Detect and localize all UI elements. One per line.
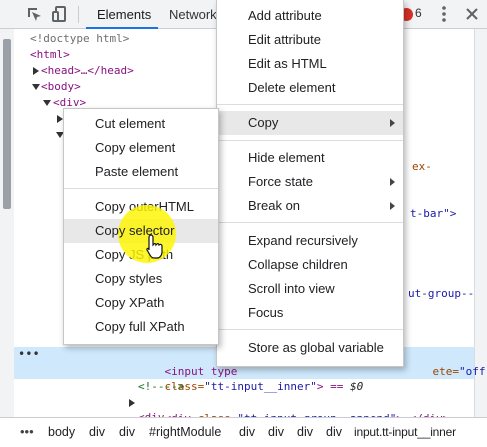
- tab-elements[interactable]: Elements: [97, 0, 151, 29]
- append-div-line[interactable]: <div class="tt-input-group__append">…</d…: [138, 395, 450, 425]
- menu-item-copy-xpath[interactable]: Copy XPath: [64, 291, 218, 315]
- console-ref: $0: [349, 380, 364, 393]
- menu-item-label: Copy element: [95, 140, 176, 155]
- menu-item-label: Copy XPath: [95, 295, 165, 310]
- tree-fragment-tbar[interactable]: t-bar">: [410, 206, 456, 222]
- menu-separator: [217, 104, 403, 105]
- menu-item-expand-recursively[interactable]: Expand recursively: [217, 229, 403, 253]
- more-vertical-icon[interactable]: [438, 5, 450, 23]
- menu-item-label: Force state: [248, 174, 314, 189]
- submenu-arrow-icon: [390, 178, 395, 186]
- autocomplete-attr: ete=: [432, 365, 460, 378]
- expand-triangle-icon[interactable]: [129, 399, 135, 407]
- left-scrollbar-thumb[interactable]: [3, 39, 11, 209]
- expand-triangle-icon[interactable]: [33, 67, 39, 75]
- hand-cursor-icon: [146, 234, 163, 259]
- tag-close: > ==: [316, 380, 350, 393]
- breadcrumb: ••• body div div #rightModule div div di…: [0, 417, 487, 447]
- tree-fragment-group[interactable]: ut-group--: [408, 286, 474, 302]
- menu-item-label: Edit as HTML: [248, 56, 327, 71]
- collapse-triangle-icon[interactable]: [43, 100, 51, 106]
- menu-item-label: Focus: [248, 305, 284, 320]
- menu-separator: [217, 329, 403, 330]
- menu-item-cut-element[interactable]: Cut element: [64, 112, 218, 136]
- autocomplete-value: "off": [459, 365, 487, 378]
- breadcrumb-item[interactable]: div: [326, 425, 342, 439]
- menu-item-scroll-into-view[interactable]: Scroll into view: [217, 277, 403, 301]
- comment-line[interactable]: <!---->: [138, 379, 184, 395]
- head-line[interactable]: <head>…</head>: [41, 63, 134, 79]
- breadcrumb-item[interactable]: div: [268, 425, 284, 439]
- body-open-line[interactable]: <body>: [41, 79, 81, 95]
- menu-item-copy-full-xpath[interactable]: Copy full XPath: [64, 315, 218, 339]
- menu-item-label: Delete element: [248, 80, 336, 95]
- class-value: "tt-input__inner": [204, 380, 317, 393]
- breadcrumb-item[interactable]: div: [239, 425, 255, 439]
- menu-item-label: Copy full XPath: [95, 319, 185, 334]
- breadcrumb-item[interactable]: #rightModule: [149, 425, 221, 439]
- menu-item-copy[interactable]: Copy: [217, 111, 403, 135]
- menu-item-label: Scroll into view: [248, 281, 335, 296]
- doctype-line[interactable]: <!doctype html>: [30, 31, 129, 47]
- menu-item-label: Expand recursively: [248, 233, 358, 248]
- submenu-arrow-icon: [390, 119, 395, 127]
- menu-item-label: Edit attribute: [248, 32, 321, 47]
- close-icon[interactable]: [464, 6, 480, 22]
- toolbar-separator: [78, 6, 79, 23]
- submenu-arrow-icon: [390, 202, 395, 210]
- selected-input-autocomplete[interactable]: ete="off": [406, 348, 487, 378]
- node-actions-dots[interactable]: •••: [18, 347, 40, 361]
- device-toolbar-icon[interactable]: [51, 5, 69, 23]
- inspect-element-icon[interactable]: [25, 5, 43, 23]
- menu-separator: [64, 188, 218, 189]
- menu-separator: [217, 222, 403, 223]
- error-count[interactable]: 6: [415, 6, 422, 20]
- menu-item-store-as-global-variable[interactable]: Store as global variable: [217, 336, 403, 360]
- breadcrumb-item[interactable]: div: [89, 425, 105, 439]
- menu-item-hide-element[interactable]: Hide element: [217, 146, 403, 170]
- tree-fragment-ex[interactable]: ex-: [412, 159, 432, 175]
- menu-item-copy-selector-label[interactable]: Copy selector: [64, 219, 218, 243]
- menu-item-label: Add attribute: [248, 8, 322, 23]
- menu-item-label: Copy styles: [95, 271, 163, 286]
- menu-separator: [217, 140, 403, 141]
- menu-item-label: Copy: [248, 115, 279, 130]
- menu-item-label: Break on: [248, 198, 301, 213]
- menu-item-edit-attribute[interactable]: Edit attribute: [217, 28, 403, 52]
- menu-item-delete-element[interactable]: Delete element: [217, 76, 403, 100]
- menu-item-label: Hide element: [248, 150, 325, 165]
- menu-item-force-state[interactable]: Force state: [217, 170, 403, 194]
- html-open-line[interactable]: <html>: [30, 47, 70, 63]
- menu-item-copy-element[interactable]: Copy element: [64, 136, 218, 160]
- menu-item-break-on[interactable]: Break on: [217, 194, 403, 218]
- breadcrumb-ellipsis[interactable]: •••: [20, 424, 34, 439]
- collapse-triangle-icon[interactable]: [32, 84, 40, 90]
- tab-network[interactable]: Network: [169, 0, 217, 29]
- left-scrollbar[interactable]: [0, 29, 14, 417]
- menu-item-paste-element[interactable]: Paste element: [64, 160, 218, 184]
- menu-item-edit-as-html[interactable]: Edit as HTML: [217, 52, 403, 76]
- menu-item-label: Cut element: [95, 116, 166, 131]
- menu-item-add-attribute[interactable]: Add attribute: [217, 4, 403, 28]
- element-context-menu: Add attribute Edit attribute Edit as HTM…: [216, 0, 404, 367]
- menu-item-label: Paste element: [95, 164, 179, 179]
- menu-item-label: Collapse children: [248, 257, 348, 272]
- menu-item-label: Store as global variable: [248, 340, 384, 355]
- menu-item-copy-styles[interactable]: Copy styles: [64, 267, 218, 291]
- menu-item-collapse-children[interactable]: Collapse children: [217, 253, 403, 277]
- menu-item-focus[interactable]: Focus: [217, 301, 403, 325]
- breadcrumb-item-current[interactable]: input.tt-input__inner: [354, 425, 456, 439]
- breadcrumb-item[interactable]: div: [297, 425, 313, 439]
- breadcrumb-item[interactable]: body: [48, 425, 75, 439]
- breadcrumb-item[interactable]: div: [119, 425, 135, 439]
